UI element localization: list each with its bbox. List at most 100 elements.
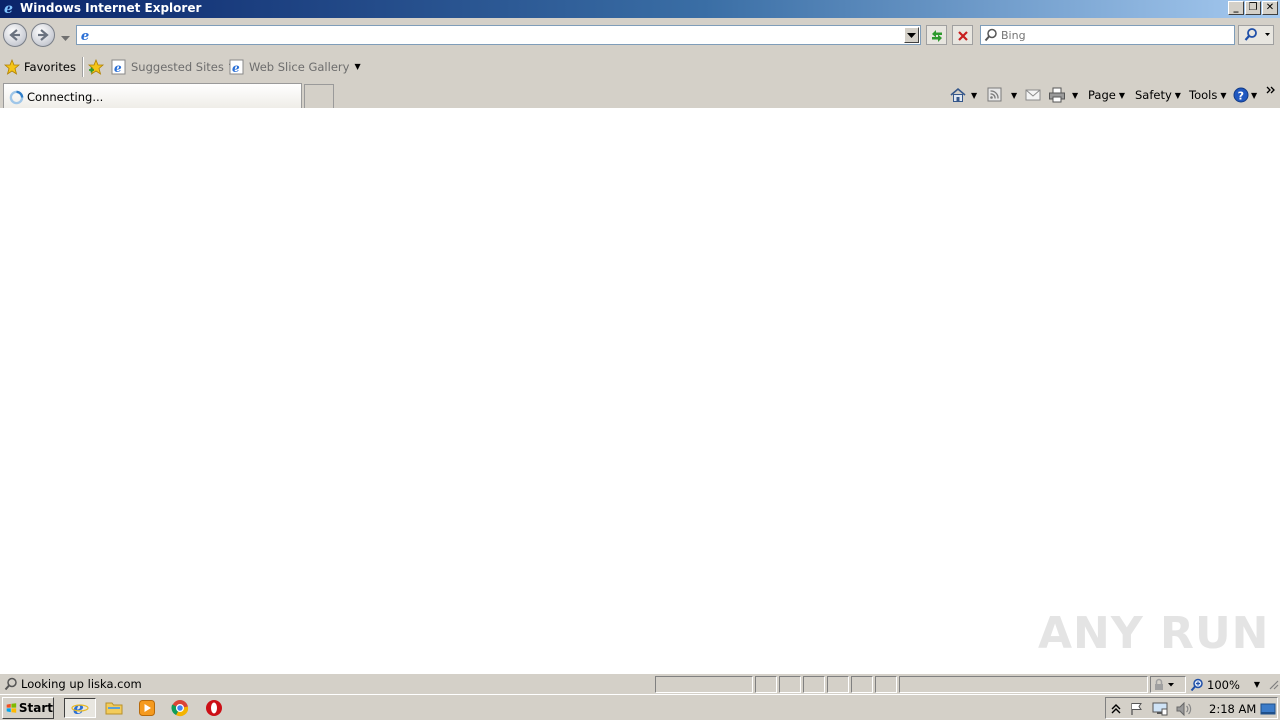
resize-grip-icon[interactable]	[1269, 680, 1279, 693]
start-button[interactable]: Start	[2, 697, 54, 719]
protected-mode-button[interactable]	[1150, 676, 1186, 693]
print-button[interactable]: ▼	[1048, 87, 1078, 103]
loading-spinner-icon	[9, 90, 24, 108]
taskbar-opera[interactable]	[200, 698, 228, 718]
taskbar-media-player[interactable]	[133, 698, 161, 718]
rss-feed-icon	[987, 87, 1002, 102]
status-zone-pane	[899, 676, 1148, 693]
stop-icon	[958, 31, 968, 41]
zoom-level: 100%	[1207, 677, 1240, 692]
tools-menu-button[interactable]: Tools ▼	[1189, 87, 1227, 103]
chevron-down-icon: ▼	[1251, 90, 1258, 100]
taskbar-file-explorer[interactable]	[100, 698, 128, 718]
back-button[interactable]	[3, 23, 27, 47]
ie-page-icon: e	[111, 59, 126, 75]
help-icon: ?	[1233, 87, 1249, 103]
refresh-button[interactable]	[926, 25, 947, 45]
stop-button[interactable]	[952, 25, 973, 45]
chevron-down-icon: ▼	[971, 90, 978, 100]
favorites-bar: Favorites e Suggested Sites ▼ e Web Slic…	[0, 52, 1280, 81]
taskbar-clock[interactable]: 2:18 AM	[1209, 702, 1256, 716]
svg-text:e: e	[114, 61, 122, 75]
chevron-down-icon: ▼	[1253, 680, 1261, 689]
taskbar-internet-explorer[interactable]: e	[64, 698, 96, 718]
status-pane	[755, 676, 777, 693]
tab-command-bar: Connecting... ▼ ▼ ▼ Page ▼ Safety ▼ Tool…	[0, 81, 1280, 108]
add-to-favorites-bar-button[interactable]	[87, 58, 105, 75]
suggested-sites-button[interactable]: e Suggested Sites ▼	[111, 58, 235, 75]
svg-text:e: e	[81, 29, 89, 43]
zoom-button[interactable]: 100% ▼	[1190, 676, 1268, 693]
address-bar[interactable]: e	[76, 25, 921, 45]
windows-logo-icon	[6, 703, 17, 713]
window-title: Windows Internet Explorer	[20, 1, 202, 15]
recent-pages-dropdown-icon[interactable]	[61, 32, 70, 45]
title-bar: e Windows Internet Explorer _ ❐ ✕	[0, 0, 1280, 18]
web-slice-gallery-label: Web Slice Gallery	[249, 59, 350, 74]
anyrun-watermark: ANY RUN	[1038, 608, 1270, 659]
feeds-button[interactable]: ▼	[987, 87, 1017, 103]
page-menu-button[interactable]: Page ▼	[1088, 87, 1125, 103]
chevron-down-icon: ▼	[1174, 90, 1181, 100]
printer-icon	[1049, 87, 1065, 103]
back-arrow-icon	[9, 29, 20, 41]
taskbar: Start e 2:18 AM	[0, 694, 1280, 720]
chrome-icon	[171, 700, 189, 717]
chevron-down-icon: ▼	[1072, 90, 1079, 100]
status-bar: Looking up liska.com 100% ▼	[0, 673, 1280, 694]
help-button[interactable]: ? ▼	[1233, 87, 1257, 103]
restore-button[interactable]: ❐	[1245, 1, 1261, 15]
forward-arrow-icon	[38, 29, 49, 41]
new-tab-button[interactable]	[304, 84, 334, 108]
favorites-button[interactable]: Favorites	[4, 58, 76, 75]
status-pane	[851, 676, 873, 693]
zoom-icon	[1190, 678, 1203, 691]
minimize-button[interactable]: _	[1228, 1, 1244, 15]
folder-icon	[105, 702, 123, 715]
page-content-area[interactable]: ANY RUN	[0, 108, 1280, 673]
search-input[interactable]	[1001, 27, 1231, 43]
start-label: Start	[18, 701, 53, 715]
svg-text:e: e	[4, 1, 13, 16]
read-mail-button[interactable]	[1025, 87, 1041, 103]
safety-menu-label: Safety	[1135, 88, 1172, 102]
home-button[interactable]: ▼	[950, 87, 977, 103]
status-pane	[875, 676, 897, 693]
svg-text:e: e	[232, 61, 240, 75]
search-button[interactable]	[1238, 25, 1274, 45]
search-icon	[1244, 28, 1270, 41]
chevron-down-icon: ▼	[1011, 90, 1018, 100]
volume-icon[interactable]	[1176, 701, 1192, 719]
safety-menu-button[interactable]: Safety ▼	[1135, 87, 1181, 103]
address-dropdown-button[interactable]	[904, 27, 919, 43]
address-input[interactable]	[97, 27, 902, 43]
mail-icon	[1025, 89, 1041, 101]
status-pane	[779, 676, 801, 693]
add-favorite-star-icon	[87, 58, 105, 75]
double-chevron-right-icon	[1266, 86, 1275, 94]
toolbar-overflow-button[interactable]	[1266, 82, 1276, 98]
page-menu-label: Page	[1088, 88, 1116, 102]
suggested-sites-label: Suggested Sites	[131, 59, 224, 74]
ie-page-icon: e	[229, 59, 244, 75]
media-player-icon	[139, 700, 155, 716]
system-tray: 2:18 AM	[1105, 697, 1278, 719]
show-hidden-icons-button[interactable]	[1111, 702, 1121, 719]
network-icon[interactable]	[1152, 702, 1168, 719]
action-center-flag-icon[interactable]	[1129, 702, 1145, 719]
forward-button[interactable]	[31, 23, 55, 47]
search-provider-icon	[984, 28, 998, 45]
search-box[interactable]	[980, 25, 1235, 45]
show-desktop-icon[interactable]	[1260, 702, 1276, 719]
tab-current[interactable]: Connecting...	[3, 83, 302, 108]
navigation-bar: e	[0, 18, 1280, 52]
svg-text:?: ?	[1238, 90, 1244, 103]
web-slice-gallery-button[interactable]: e Web Slice Gallery ▼	[229, 58, 361, 75]
tools-menu-label: Tools	[1189, 88, 1218, 102]
star-icon	[4, 58, 20, 75]
close-button[interactable]: ✕	[1262, 1, 1278, 15]
favorites-separator	[82, 57, 84, 77]
status-progress-pane	[655, 676, 753, 693]
favorites-label: Favorites	[24, 59, 76, 74]
taskbar-chrome[interactable]	[166, 698, 194, 718]
